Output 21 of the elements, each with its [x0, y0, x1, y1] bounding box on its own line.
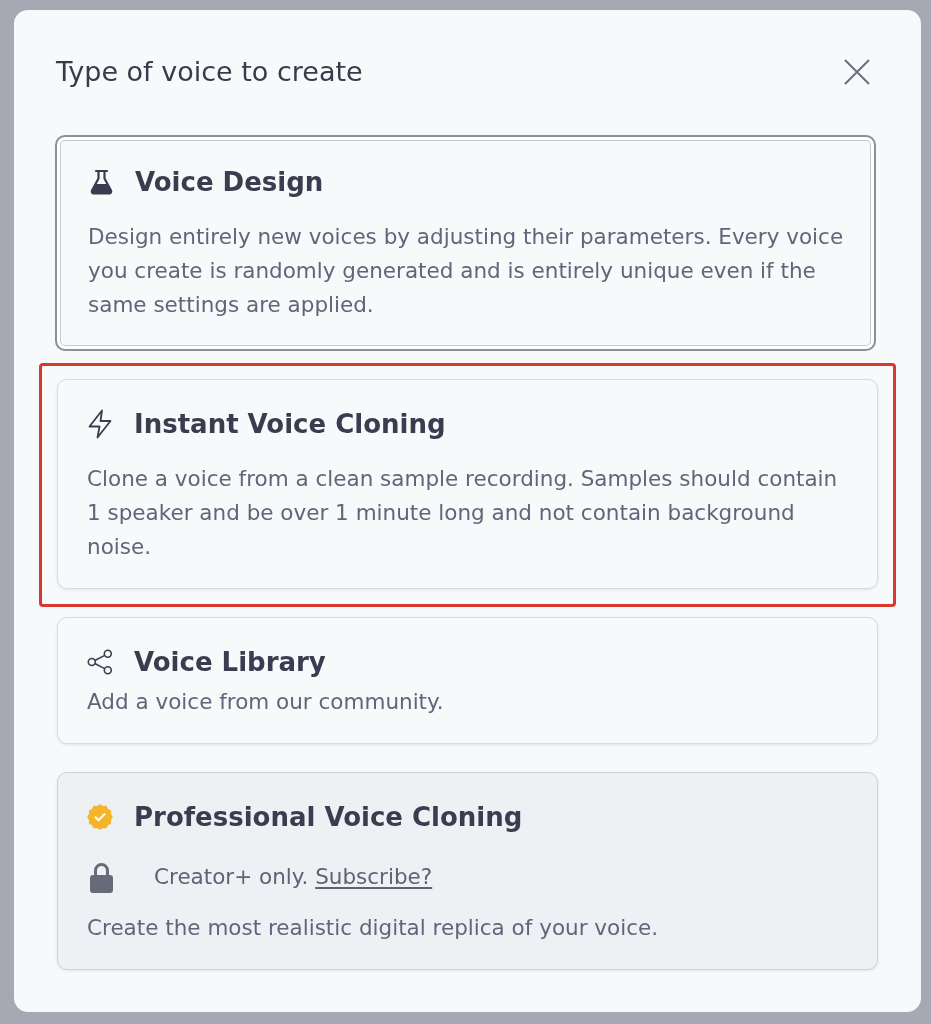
subscribe-link[interactable]: Subscribe? — [315, 864, 433, 889]
requirement-text: Creator+ only. Subscribe? — [154, 863, 433, 891]
option-description: Create the most realistic digital replica of your voice. — [87, 914, 660, 942]
verified-badge-icon — [87, 804, 113, 830]
dialog-title: Type of voice to create — [56, 55, 363, 89]
option-description: Design entirely new voices by adjusting their parameters. Every voice you create is randomly generated and is entirely unique even if the same settings are applied. — [88, 223, 845, 319]
option-description: Add a voice from our community. — [87, 688, 445, 716]
option-title: Voice Design — [135, 166, 324, 199]
flask-icon — [88, 169, 114, 195]
voice-type-option[interactable]: Professional Voice Cloning Creator+ only. Subscribe? Create the most realistic digital replica of your voice. — [57, 772, 878, 970]
lightning-icon — [87, 409, 113, 439]
option-title: Voice Library — [134, 646, 326, 679]
option-title: Professional Voice Cloning — [134, 801, 523, 834]
voice-type-option[interactable]: Voice Library Add a voice from our community. — [57, 617, 878, 744]
voice-type-option[interactable]: Voice Design Design entirely new voices by adjusting their parameters. Every voice you create is randomly generated and is entirely unique even if the same settings are applied. — [55, 135, 876, 351]
voice-type-option[interactable]: Instant Voice Cloning Clone a voice from a clean sample recording. Samples should contain 1 speaker and be over 1 minute long and not contain background noise. — [57, 379, 878, 589]
option-title: Instant Voice Cloning — [134, 408, 446, 441]
close-icon — [844, 59, 870, 85]
lock-icon — [89, 861, 114, 893]
share-icon — [87, 647, 113, 677]
option-description: Clone a voice from a clean sample recording. Samples should contain 1 speaker and be over 1 minute long and not contain background noise. — [87, 465, 839, 561]
